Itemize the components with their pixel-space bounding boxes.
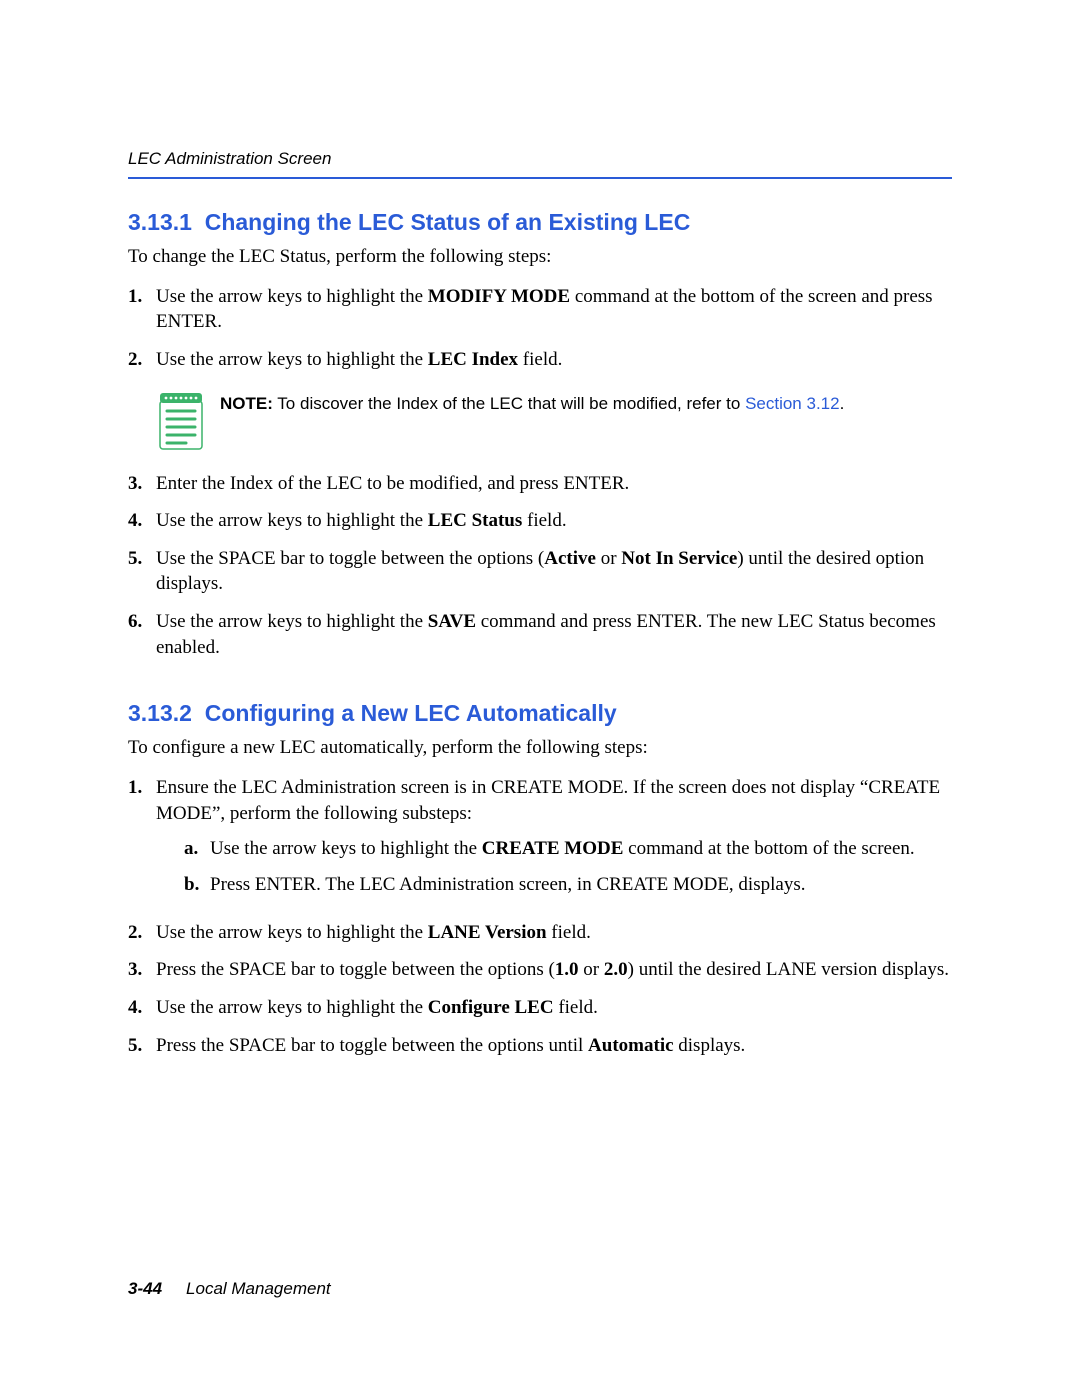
step-text: Ensure the LEC Administration screen is …	[156, 775, 952, 826]
step-bold: LEC Index	[428, 349, 518, 370]
document-page: LEC Administration Screen 3.13.1 Changin…	[0, 0, 1080, 1397]
note-text: NOTE: To discover the Index of the LEC t…	[220, 391, 844, 416]
step-marker: 2.	[128, 920, 156, 946]
step-text: field.	[518, 349, 562, 370]
note-callout: NOTE: To discover the Index of the LEC t…	[156, 391, 952, 451]
step-text: Use the arrow keys to highlight the	[156, 510, 428, 531]
step-text: or	[596, 548, 621, 569]
step-text: Use the arrow keys to highlight the	[156, 286, 428, 307]
step-marker: 2.	[128, 347, 156, 373]
section-heading-3-13-2: 3.13.2 Configuring a New LEC Automatical…	[128, 698, 952, 729]
section-intro: To configure a new LEC automatically, pe…	[128, 735, 952, 761]
step-text: Press the SPACE bar to toggle between th…	[156, 1035, 588, 1056]
step-marker: 4.	[128, 508, 156, 534]
step-bold: Not In Service	[621, 548, 737, 569]
substep-text: Press ENTER. The LEC Administration scre…	[210, 872, 805, 898]
substep-text: Use the arrow keys to highlight the	[210, 838, 482, 859]
step-text: Use the arrow keys to highlight the	[156, 922, 428, 943]
step-marker: 3.	[128, 957, 156, 983]
step-marker: 1.	[128, 284, 156, 335]
step-text: field.	[547, 922, 591, 943]
step-bold: Configure LEC	[428, 997, 554, 1018]
footer-doc-title: Local Management	[186, 1279, 331, 1298]
step-text: Use the arrow keys to highlight the	[156, 349, 428, 370]
step-bold: Automatic	[588, 1035, 673, 1056]
step-1: 1. Ensure the LEC Administration screen …	[128, 775, 952, 908]
step-3: 3. Press the SPACE bar to toggle between…	[128, 957, 952, 983]
step-4: 4. Use the arrow keys to highlight the L…	[128, 508, 952, 534]
note-body: To discover the Index of the LEC that wi…	[273, 394, 745, 413]
step-6: 6. Use the arrow keys to highlight the S…	[128, 609, 952, 660]
step-5: 5. Use the SPACE bar to toggle between t…	[128, 546, 952, 597]
note-icon	[156, 391, 206, 451]
substep-b: b. Press ENTER. The LEC Administration s…	[184, 872, 952, 898]
step-3: 3. Enter the Index of the LEC to be modi…	[128, 471, 952, 497]
step-2: 2. Use the arrow keys to highlight the L…	[128, 920, 952, 946]
step-1: 1. Use the arrow keys to highlight the M…	[128, 284, 952, 335]
step-marker: 3.	[128, 471, 156, 497]
step-bold: LANE Version	[428, 922, 547, 943]
ordered-steps-2: 1. Ensure the LEC Administration screen …	[128, 775, 952, 1058]
step-bold: 1.0	[555, 959, 579, 980]
step-text: or	[579, 959, 604, 980]
section-number: 3.13.1	[128, 209, 192, 235]
step-marker: 6.	[128, 609, 156, 660]
substep-marker: a.	[184, 836, 210, 862]
step-5: 5. Press the SPACE bar to toggle between…	[128, 1033, 952, 1059]
step-marker: 5.	[128, 546, 156, 597]
step-marker: 4.	[128, 995, 156, 1021]
substep-a: a. Use the arrow keys to highlight the C…	[184, 836, 952, 862]
running-header: LEC Administration Screen	[128, 148, 952, 179]
note-label: NOTE:	[220, 394, 273, 413]
step-text: Enter the Index of the LEC to be modifie…	[156, 471, 629, 497]
step-text: field.	[522, 510, 566, 531]
step-text: Use the arrow keys to highlight the	[156, 611, 428, 632]
ordered-steps-1: 1. Use the arrow keys to highlight the M…	[128, 284, 952, 373]
section-intro: To change the LEC Status, perform the fo…	[128, 244, 952, 270]
section-title: Changing the LEC Status of an Existing L…	[205, 209, 691, 235]
note-tail: .	[840, 394, 845, 413]
section-heading-3-13-1: 3.13.1 Changing the LEC Status of an Exi…	[128, 207, 952, 238]
step-bold: MODIFY MODE	[428, 286, 570, 307]
step-bold: Active	[544, 548, 596, 569]
substeps: a. Use the arrow keys to highlight the C…	[156, 836, 952, 897]
step-text: ) until the desired LANE version display…	[628, 959, 949, 980]
step-text: Use the arrow keys to highlight the	[156, 997, 428, 1018]
page-footer: 3-44 Local Management	[128, 1278, 331, 1301]
step-text: displays.	[674, 1035, 746, 1056]
section-number: 3.13.2	[128, 700, 192, 726]
step-4: 4. Use the arrow keys to highlight the C…	[128, 995, 952, 1021]
step-bold: 2.0	[604, 959, 628, 980]
step-marker: 1.	[128, 775, 156, 908]
note-link[interactable]: Section 3.12	[745, 394, 840, 413]
step-bold: SAVE	[428, 611, 476, 632]
step-bold: LEC Status	[428, 510, 523, 531]
section-title: Configuring a New LEC Automatically	[205, 700, 617, 726]
step-2: 2. Use the arrow keys to highlight the L…	[128, 347, 952, 373]
substep-text: command at the bottom of the screen.	[623, 838, 914, 859]
substep-marker: b.	[184, 872, 210, 898]
step-text: Use the SPACE bar to toggle between the …	[156, 548, 544, 569]
step-text: Press the SPACE bar to toggle between th…	[156, 959, 555, 980]
page-number: 3-44	[128, 1279, 162, 1298]
step-marker: 5.	[128, 1033, 156, 1059]
substep-bold: CREATE MODE	[482, 838, 624, 859]
step-text: field.	[554, 997, 598, 1018]
ordered-steps-1b: 3. Enter the Index of the LEC to be modi…	[128, 471, 952, 661]
